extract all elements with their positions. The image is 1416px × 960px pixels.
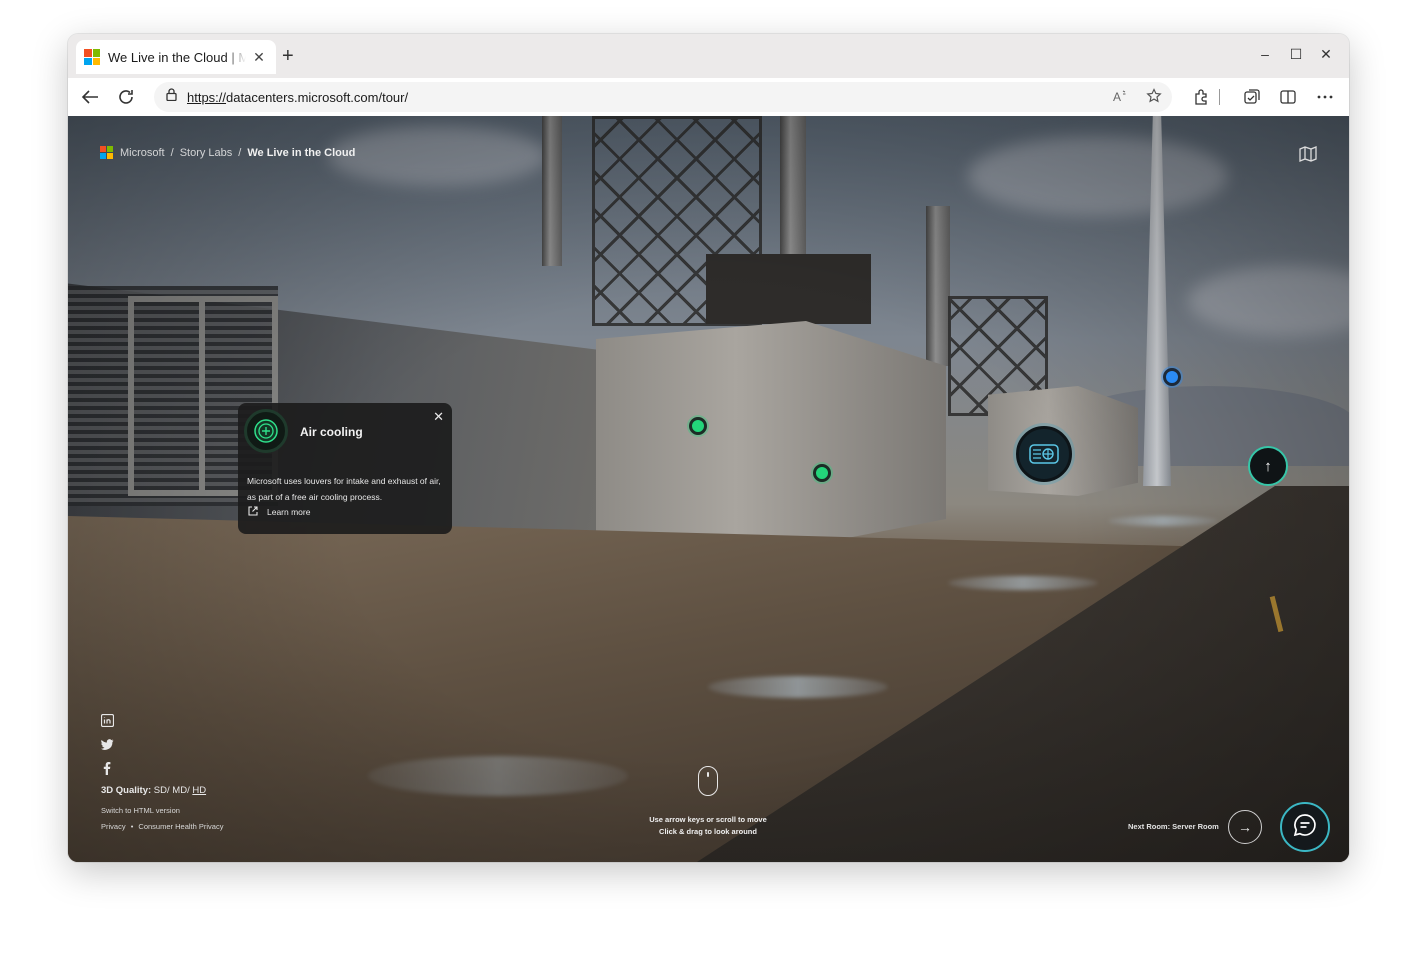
browser-toolbar: https://datacenters.microsoft.com/tour/ …: [68, 78, 1349, 116]
quality-hd[interactable]: HD: [192, 785, 206, 796]
breadcrumb-separator: /: [170, 146, 174, 159]
linkedin-icon[interactable]: [100, 713, 114, 727]
bullet-separator: •: [130, 822, 134, 831]
hint-line-look: Click & drag to look around: [659, 827, 757, 836]
quality-separator: /: [187, 785, 190, 796]
breadcrumb-current[interactable]: We Live in the Cloud: [247, 147, 355, 159]
lock-icon[interactable]: [166, 88, 177, 106]
info-card-title: Air cooling: [300, 425, 363, 439]
mouse-icon: [698, 766, 718, 796]
next-room-arrow-button[interactable]: →: [1228, 810, 1262, 844]
tab-title: We Live in the Cloud | Microsoft: [108, 49, 246, 65]
chat-bubble-icon: [1292, 812, 1318, 843]
minimize-button[interactable]: –: [1255, 46, 1275, 62]
microsoft-favicon-icon: [84, 49, 100, 65]
air-cooling-info-card: Air cooling ✕ Microsoft uses louvers for…: [238, 403, 452, 534]
quality-separator: /: [167, 785, 170, 796]
quality-sd[interactable]: SD: [154, 785, 167, 796]
maximize-button[interactable]: ☐: [1286, 46, 1306, 63]
toolbar-divider: [1218, 85, 1220, 109]
favorite-icon[interactable]: [1146, 88, 1162, 109]
url-text[interactable]: https://datacenters.microsoft.com/tour/: [187, 90, 408, 105]
info-card-body: Microsoft uses louvers for intake and ex…: [247, 476, 441, 502]
map-icon[interactable]: [1299, 146, 1317, 162]
new-tab-button[interactable]: +: [282, 46, 294, 66]
external-link-icon: [248, 506, 258, 518]
microsoft-logo-icon[interactable]: [100, 146, 113, 159]
consumer-health-privacy-link[interactable]: Consumer Health Privacy: [138, 822, 223, 831]
learn-more-label[interactable]: Learn more: [267, 507, 310, 517]
next-room-label[interactable]: Next Room: Server Room: [1128, 822, 1219, 831]
close-window-button[interactable]: ✕: [1316, 46, 1336, 63]
learn-more-link[interactable]: Learn more: [248, 506, 310, 518]
navigation-hint: Use arrow keys or scroll to move Click &…: [628, 766, 788, 838]
collections-icon[interactable]: [1240, 85, 1264, 109]
breadcrumb-separator: /: [238, 146, 242, 159]
address-bar[interactable]: https://datacenters.microsoft.com/tour/ …: [154, 82, 1172, 112]
hotspot-marker-blue[interactable]: [1163, 368, 1181, 386]
browser-tab[interactable]: We Live in the Cloud | Microsoft ✕: [76, 40, 276, 74]
read-aloud-icon[interactable]: A: [1112, 88, 1130, 109]
switch-html-link[interactable]: Switch to HTML version: [101, 806, 180, 815]
extensions-icon[interactable]: [1189, 85, 1213, 109]
hint-line-move: Use arrow keys or scroll to move: [649, 815, 767, 824]
facebook-icon[interactable]: [100, 761, 114, 775]
quality-md[interactable]: MD: [172, 785, 187, 796]
chat-button[interactable]: [1280, 802, 1330, 852]
browser-window: We Live in the Cloud | Microsoft ✕ + – ☐…: [68, 34, 1349, 862]
info-card-close-icon[interactable]: ✕: [433, 409, 444, 425]
move-forward-arrow-button[interactable]: ↑: [1248, 446, 1288, 486]
svg-text:A: A: [1113, 90, 1121, 104]
refresh-icon[interactable]: [114, 85, 138, 109]
quality-label: 3D Quality:: [101, 785, 152, 796]
tab-bar: We Live in the Cloud | Microsoft ✕ + – ☐…: [68, 34, 1349, 78]
breadcrumb-story-labs[interactable]: Story Labs: [180, 147, 233, 159]
back-icon[interactable]: [78, 85, 102, 109]
cooling-hotspot-icon[interactable]: [1016, 426, 1072, 482]
breadcrumb-microsoft[interactable]: Microsoft: [120, 147, 165, 159]
hotspot-marker-green[interactable]: [813, 464, 831, 482]
breadcrumb: Microsoft / Story Labs / We Live in the …: [100, 146, 355, 159]
split-screen-icon[interactable]: [1276, 85, 1300, 109]
more-icon[interactable]: [1313, 85, 1337, 109]
tour-3d-viewport[interactable]: Microsoft / Story Labs / We Live in the …: [68, 116, 1349, 862]
tab-close-icon[interactable]: ✕: [250, 49, 268, 66]
quality-selector: 3D Quality: SD/ MD/ HD: [101, 785, 206, 796]
air-cooling-badge-icon: [244, 409, 288, 453]
twitter-icon[interactable]: [100, 737, 114, 751]
privacy-link[interactable]: Privacy: [101, 822, 126, 831]
hotspot-marker-green[interactable]: [689, 417, 707, 435]
privacy-links: Privacy • Consumer Health Privacy: [101, 822, 223, 831]
